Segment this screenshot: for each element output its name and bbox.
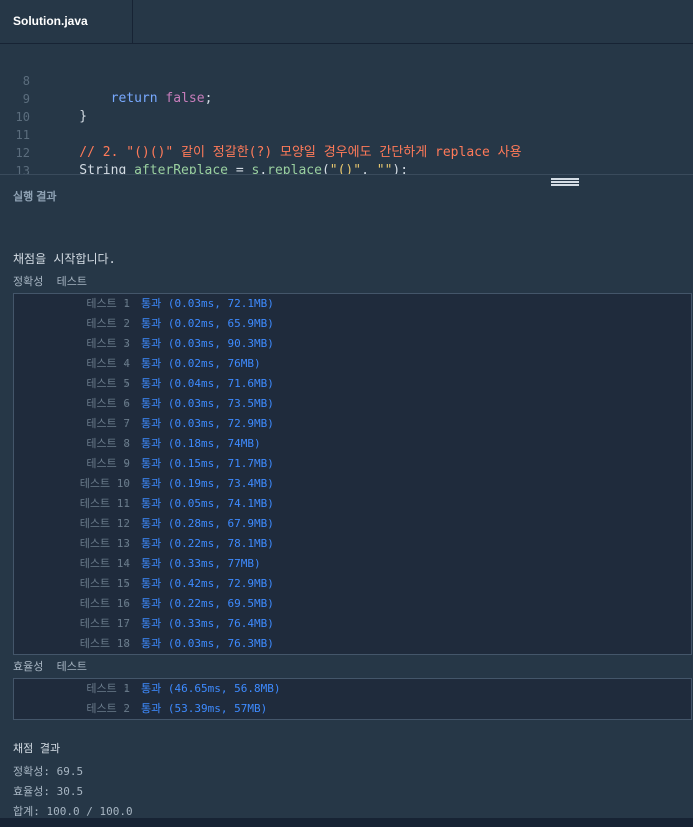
code-line: 10 xyxy=(0,90,693,124)
test-result: 통과 (0.03ms, 72.1MB) xyxy=(141,297,274,310)
chevron-right-icon: › xyxy=(123,577,130,590)
test-result: 통과 (0.33ms, 76.4MB) xyxy=(141,617,274,630)
tab-solution-java[interactable]: Solution.java xyxy=(0,0,133,43)
code-line: 9 } xyxy=(0,72,693,124)
test-row: 테스트 3 › 통과 (0.03ms, 90.3MB) xyxy=(14,334,691,354)
editor-tab-bar: Solution.java xyxy=(0,0,693,44)
code-line: 14 return true; xyxy=(0,162,693,174)
test-result: 통과 (0.04ms, 71.6MB) xyxy=(141,377,274,390)
test-row: 테스트 6 › 통과 (0.03ms, 73.5MB) xyxy=(14,394,691,414)
test-row: 테스트 12 › 통과 (0.28ms, 67.9MB) xyxy=(14,514,691,534)
test-row: 테스트 2 › 통과 (53.39ms, 57MB) xyxy=(14,699,691,719)
start-message: 채점을 시작합니다. xyxy=(13,252,116,266)
resize-handle[interactable] xyxy=(551,178,579,186)
test-row: 테스트 4 › 통과 (0.02ms, 76MB) xyxy=(14,354,691,374)
code-line: 11 // 2. "()()" 같이 정갈한(?) 모양일 경우에도 간단하게 … xyxy=(0,108,693,160)
test-row: 테스트 10 › 통과 (0.19ms, 73.4MB) xyxy=(14,474,691,494)
panel-title: 실행 결과 xyxy=(13,191,57,203)
chevron-right-icon: › xyxy=(123,557,130,570)
code-line: 8 return false; xyxy=(0,54,693,106)
chevron-right-icon: › xyxy=(123,337,130,350)
chevron-right-icon: › xyxy=(123,617,130,630)
test-result: 통과 (0.05ms, 74.1MB) xyxy=(141,497,274,510)
results-panel-header: 실행 결과 xyxy=(0,174,693,219)
test-result: 통과 (0.18ms, 74MB) xyxy=(141,437,261,450)
chevron-right-icon: › xyxy=(123,597,130,610)
chevron-right-icon: › xyxy=(123,297,130,310)
test-result: 통과 (0.42ms, 72.9MB) xyxy=(141,577,274,590)
accuracy-tests-box: 테스트 1 › 통과 (0.03ms, 72.1MB) 테스트 2 › 통과 (0.02m… xyxy=(13,293,692,655)
tab-filename: Solution.java xyxy=(13,14,88,28)
chevron-right-icon: › xyxy=(123,682,130,695)
chevron-right-icon: › xyxy=(123,457,130,470)
test-row: 테스트 13 › 통과 (0.22ms, 78.1MB) xyxy=(14,534,691,554)
test-row: 테스트 5 › 통과 (0.04ms, 71.6MB) xyxy=(14,374,691,394)
results-output: 채점을 시작합니다. 정확성 테스트 테스트 1 › 통과 (0.03ms, 72.… xyxy=(0,218,693,818)
chevron-right-icon: › xyxy=(123,537,130,550)
test-result: 통과 (0.28ms, 67.9MB) xyxy=(141,517,274,530)
test-result: 통과 (0.03ms, 90.3MB) xyxy=(141,337,274,350)
test-row: 테스트 14 › 통과 (0.33ms, 77MB) xyxy=(14,554,691,574)
test-result: 통과 (0.03ms, 76.3MB) xyxy=(141,637,274,650)
chevron-right-icon: › xyxy=(123,397,130,410)
total-score: 합계: 100.0 / 100.0 xyxy=(13,805,133,818)
chevron-right-icon: › xyxy=(123,417,130,430)
test-row: 테스트 1 › 통과 (46.65ms, 56.8MB) xyxy=(14,679,691,699)
test-result: 통과 (53.39ms, 57MB) xyxy=(141,702,268,715)
test-result: 통과 (0.03ms, 72.9MB) xyxy=(141,417,274,430)
efficiency-score: 효율성: 30.5 xyxy=(13,785,84,798)
test-result: 통과 (0.02ms, 65.9MB) xyxy=(141,317,274,330)
test-result: 통과 (0.15ms, 71.7MB) xyxy=(141,457,274,470)
chevron-right-icon: › xyxy=(123,377,130,390)
accuracy-section-label: 정확성 테스트 xyxy=(13,275,87,288)
test-row: 테스트 1 › 통과 (0.03ms, 72.1MB) xyxy=(14,294,691,314)
test-row: 테스트 17 › 통과 (0.33ms, 76.4MB) xyxy=(14,614,691,634)
bottom-border xyxy=(0,818,693,827)
test-row: 테스트 16 › 통과 (0.22ms, 69.5MB) xyxy=(14,594,691,614)
test-row: 테스트 11 › 통과 (0.05ms, 74.1MB) xyxy=(14,494,691,514)
chevron-right-icon: › xyxy=(123,497,130,510)
test-result: 통과 (0.22ms, 69.5MB) xyxy=(141,597,274,610)
efficiency-section-label: 효율성 테스트 xyxy=(13,660,87,673)
code-editor[interactable]: 8 return false; 9 } 10 11 // 2. "()()" 같… xyxy=(0,44,693,174)
chevron-right-icon: › xyxy=(123,437,130,450)
code-line: 13 if(afterReplace.length() == 0) { xyxy=(0,144,693,174)
test-result: 통과 (0.19ms, 73.4MB) xyxy=(141,477,274,490)
test-row: 테스트 15 › 통과 (0.42ms, 72.9MB) xyxy=(14,574,691,594)
code-line: 12 String afterReplace = s.replace("()",… xyxy=(0,126,693,174)
test-row: 테스트 8 › 통과 (0.18ms, 74MB) xyxy=(14,434,691,454)
accuracy-score: 정확성: 69.5 xyxy=(13,765,84,778)
test-row: 테스트 7 › 통과 (0.03ms, 72.9MB) xyxy=(14,414,691,434)
test-result: 통과 (0.02ms, 76MB) xyxy=(141,357,261,370)
chevron-right-icon: › xyxy=(123,517,130,530)
test-result: 통과 (0.22ms, 78.1MB) xyxy=(141,537,274,550)
test-row: 테스트 2 › 통과 (0.02ms, 65.9MB) xyxy=(14,314,691,334)
test-result: 통과 (0.03ms, 73.5MB) xyxy=(141,397,274,410)
chevron-right-icon: › xyxy=(123,637,130,650)
chevron-right-icon: › xyxy=(123,702,130,715)
test-row: 테스트 18 › 통과 (0.03ms, 76.3MB) xyxy=(14,634,691,654)
test-result: 통과 (46.65ms, 56.8MB) xyxy=(141,682,281,695)
chevron-right-icon: › xyxy=(123,477,130,490)
test-result: 통과 (0.33ms, 77MB) xyxy=(141,557,261,570)
chevron-right-icon: › xyxy=(123,317,130,330)
summary-title: 채점 결과 xyxy=(13,742,61,755)
chevron-right-icon: › xyxy=(123,357,130,370)
efficiency-tests-box: 테스트 1 › 통과 (46.65ms, 56.8MB) 테스트 2 › 통과 (53.3… xyxy=(13,678,692,720)
test-row: 테스트 9 › 통과 (0.15ms, 71.7MB) xyxy=(14,454,691,474)
